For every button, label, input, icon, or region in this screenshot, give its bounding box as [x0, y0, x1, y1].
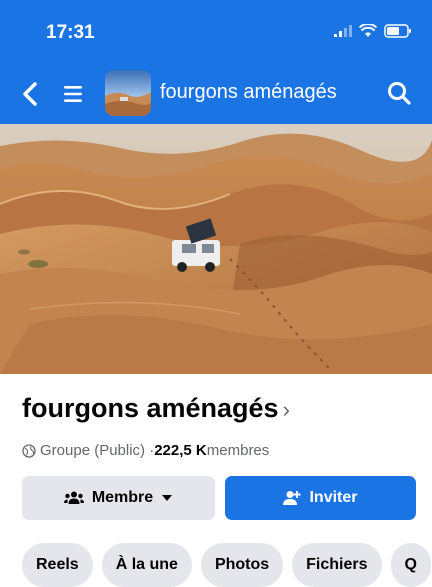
add-person-icon: [283, 491, 301, 505]
tab-label: Photos: [214, 556, 270, 573]
member-suffix: membres: [206, 442, 270, 459]
status-bar: 17:31: [0, 0, 432, 62]
status-time: 17:31: [46, 22, 95, 43]
back-arrow-icon[interactable]: [20, 81, 42, 107]
tab-featured[interactable]: À la une: [101, 543, 192, 587]
tab-label: Reels: [36, 556, 79, 573]
group-thumbnail[interactable]: [105, 70, 151, 116]
chevron-right-icon: ›: [282, 397, 290, 422]
group-cover-photo[interactable]: [0, 124, 432, 374]
tab-photos[interactable]: Photos: [200, 543, 284, 587]
people-icon: [63, 491, 84, 504]
member-button[interactable]: Membre: [22, 476, 215, 520]
group-name-text: fourgons aménagés: [22, 393, 279, 423]
wifi-icon: [359, 24, 377, 37]
tab-files[interactable]: Fichiers: [292, 543, 382, 587]
caret-down-icon: [162, 495, 173, 501]
tab-more[interactable]: Q: [390, 543, 431, 587]
cover-image: [0, 124, 432, 374]
group-meta: Groupe (Public) · 222,5 K membres: [22, 442, 269, 459]
group-thumbnail-image: [105, 70, 151, 116]
signal-icon: [334, 25, 352, 37]
battery-icon: [384, 24, 411, 38]
invite-button-label: Inviter: [309, 489, 358, 506]
tab-label: Fichiers: [306, 556, 368, 573]
menu-icon[interactable]: [62, 84, 84, 104]
group-name[interactable]: fourgons aménagés ›: [22, 393, 290, 424]
status-icons: [334, 24, 412, 38]
invite-button[interactable]: Inviter: [225, 476, 416, 520]
group-type: Groupe (Public) ·: [40, 442, 155, 459]
search-icon[interactable]: [386, 80, 412, 106]
group-tabs: Reels À la une Photos Fichiers Q: [22, 543, 431, 587]
tab-label: Q: [404, 556, 417, 573]
tab-reels[interactable]: Reels: [22, 543, 93, 587]
nav-bar: fourgons aménagés: [0, 62, 432, 124]
top-header: 17:31 fourgons aménagés: [0, 0, 432, 124]
member-button-label: Membre: [91, 489, 154, 506]
globe-icon: [22, 443, 36, 458]
nav-group-title[interactable]: fourgons aménagés: [160, 81, 337, 104]
tab-label: À la une: [115, 556, 178, 573]
member-count: 222,5 K: [154, 442, 207, 459]
